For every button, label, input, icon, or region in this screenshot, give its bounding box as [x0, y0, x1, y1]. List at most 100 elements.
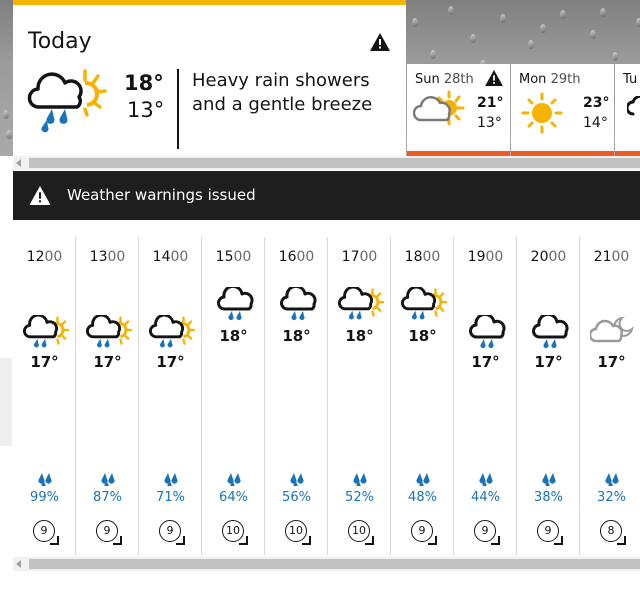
day-max-temp: 23°	[583, 95, 610, 111]
day-name: Tu	[623, 72, 638, 87]
minute-label: 00	[233, 249, 252, 265]
minute-label: 00	[170, 249, 189, 265]
hour-column[interactable]: 1400 17° 71% 9	[139, 237, 202, 555]
hourly-scrollbar[interactable]	[13, 557, 640, 571]
hour-label: 21	[593, 249, 612, 265]
hour-time: 1300	[76, 249, 139, 265]
hour-temp: 17°	[156, 353, 185, 371]
day-min-temp: 13°	[477, 115, 502, 131]
weather-warnings-banner[interactable]: Weather warnings issued	[13, 171, 640, 220]
today-description: Heavy rain showers and a gentle breeze	[192, 70, 373, 115]
hour-temp: 18°	[408, 327, 437, 345]
day-number: 29th	[550, 72, 581, 87]
today-min-temp: 13°	[127, 98, 165, 122]
previous-hours-arrow[interactable]	[0, 358, 12, 446]
raindrop	[500, 14, 506, 23]
rain-drops-icon	[163, 471, 179, 490]
wind-speed-icon: 10	[222, 520, 248, 545]
hour-time: 1400	[139, 249, 202, 265]
today-title: Today	[28, 29, 92, 54]
hour-column[interactable]: 1500 18° 64% 10	[202, 237, 265, 555]
hour-temp: 17°	[471, 353, 500, 371]
rain-drops-icon	[478, 471, 494, 490]
hour-label: 16	[278, 249, 297, 265]
day-tab-sun[interactable]: Sun 28th 21° 13°	[407, 64, 510, 156]
hour-column[interactable]: 1300 17° 87% 9	[76, 237, 139, 555]
wind-direction-icon	[113, 536, 122, 545]
raindrop	[600, 8, 606, 17]
wind-speed-icon: 9	[33, 520, 59, 545]
minute-label: 00	[485, 249, 504, 265]
warning-icon	[29, 186, 51, 209]
rain-drops-icon	[604, 471, 620, 490]
wind-speed-icon: 9	[159, 520, 185, 545]
raindrop	[560, 10, 566, 19]
today-card[interactable]: Today 18° 13° Heavy rain showers and a g…	[13, 0, 406, 156]
hour-temp: 18°	[345, 327, 374, 345]
wind-direction-icon	[554, 536, 563, 545]
hour-label: 15	[215, 249, 234, 265]
chance-of-rain: 64%	[219, 490, 248, 505]
raindrop	[540, 24, 546, 33]
rain-drops-icon	[289, 471, 305, 490]
hour-time: 1900	[454, 249, 517, 265]
day-name: Sun	[415, 72, 440, 87]
day-number: 28th	[443, 72, 474, 87]
hour-label: 12	[26, 249, 45, 265]
day-tab-tue[interactable]: Tu	[615, 64, 640, 156]
rain-drops-icon	[415, 471, 431, 490]
warning-icon[interactable]	[485, 70, 503, 90]
wind-direction-icon	[239, 536, 248, 545]
minute-label: 00	[611, 249, 630, 265]
scrollbar-thumb[interactable]	[29, 158, 640, 168]
hour-column[interactable]: 1900 17° 44% 9	[454, 237, 517, 555]
minute-label: 00	[548, 249, 567, 265]
wind-speed-icon: 9	[537, 520, 563, 545]
sunny-icon	[521, 92, 563, 138]
day-tab-mon[interactable]: Mon 29th 23° 14°	[511, 64, 614, 156]
hour-label: 20	[530, 249, 549, 265]
chance-of-rain: 99%	[30, 490, 59, 505]
wind-speed-icon: 8	[600, 520, 626, 545]
warning-icon[interactable]	[370, 33, 390, 55]
hour-time: 2100	[580, 249, 640, 265]
minute-label: 00	[296, 249, 315, 265]
minute-label: 00	[359, 249, 378, 265]
hourly-forecast[interactable]: 1200 17° 99% 9 1300 17° 87% 9 1400 17° 71% 9 1500 18°…	[13, 237, 640, 555]
hour-column[interactable]: 2100 17° 32% 8	[580, 237, 640, 555]
rain-drops-icon	[100, 471, 116, 490]
rain-cloud-icon	[532, 312, 572, 353]
rain-drops-icon	[541, 471, 557, 490]
wind-direction-icon	[302, 536, 311, 545]
raindrop	[590, 30, 596, 39]
hour-column[interactable]: 2000 17° 38% 9	[517, 237, 580, 555]
chance-of-rain: 38%	[534, 490, 563, 505]
partly-cloudy-night-icon	[588, 315, 634, 349]
hour-label: 18	[404, 249, 423, 265]
hour-temp: 18°	[219, 327, 248, 345]
scroll-left-icon[interactable]	[16, 560, 21, 568]
wind-direction-icon	[176, 536, 185, 545]
raindrop	[448, 6, 454, 15]
raindrop	[528, 40, 534, 49]
weather-page: { "today": { "title": "Today", "max": "1…	[0, 0, 640, 613]
hour-temp: 17°	[534, 353, 563, 371]
hour-column[interactable]: 1800 18° 48% 9	[391, 237, 454, 555]
wind-direction-icon	[491, 536, 500, 545]
today-max-temp: 18°	[124, 71, 164, 95]
wind-speed-icon: 10	[348, 520, 374, 545]
hour-column[interactable]: 1700 18° 52% 10	[328, 237, 391, 555]
raindrop	[612, 52, 618, 61]
day-tabs-scrollbar[interactable]	[13, 156, 640, 170]
wind-speed-icon: 9	[96, 520, 122, 545]
raindrop	[430, 50, 436, 59]
hour-column[interactable]: 1200 17° 99% 9	[13, 237, 76, 555]
scroll-left-icon[interactable]	[16, 159, 21, 167]
day-tab-label: Sun 28th	[415, 72, 474, 87]
hour-column[interactable]: 1600 18° 56% 10	[265, 237, 328, 555]
divider	[177, 69, 179, 149]
minute-label: 00	[107, 249, 126, 265]
wind-speed-icon: 9	[474, 520, 500, 545]
day-max-temp: 21°	[477, 95, 504, 111]
scrollbar-thumb[interactable]	[29, 559, 640, 569]
